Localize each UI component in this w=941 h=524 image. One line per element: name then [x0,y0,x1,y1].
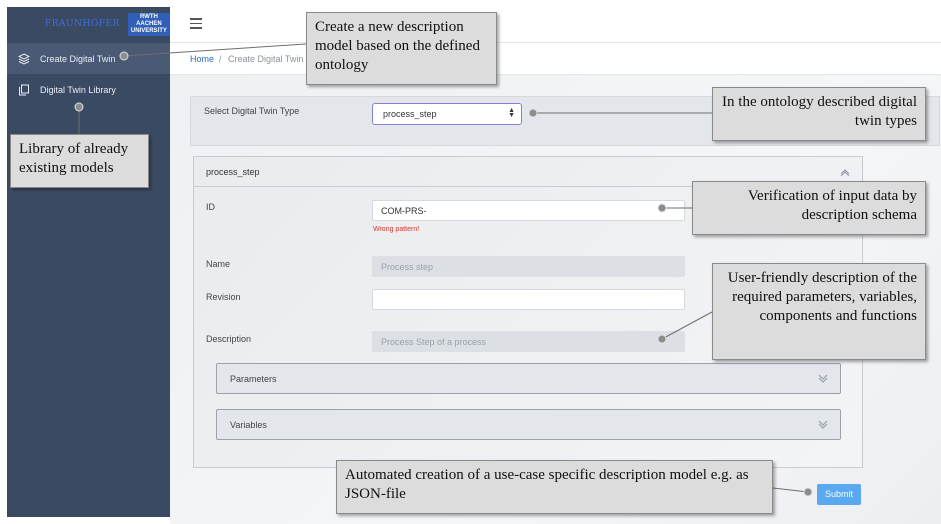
chevron-up-icon[interactable] [840,167,850,177]
breadcrumb-current: Create Digital Twin [228,54,304,64]
menu-icon[interactable] [190,18,202,29]
brand-logo: FRAUNHOFER RWTH AACHEN UNIVERSITY [7,7,170,41]
parameters-label: Parameters [230,374,277,384]
name-label: Name [206,259,231,269]
copy-icon [19,84,29,95]
top-bar [170,7,941,43]
digital-twin-type-select[interactable]: process_step ▲ ▼ [372,103,522,125]
id-input[interactable]: COM-PRS- [372,200,685,221]
selected-type: process_step [383,109,437,119]
sidebar-item-label: Digital Twin Library [40,84,116,95]
revision-label: Revision [206,292,241,302]
callout-ontology: In the ontology described digital twin t… [712,87,926,141]
breadcrumb-separator: / [219,54,222,64]
description-label: Description [206,334,252,344]
name-input: Process step [372,256,685,277]
variables-accordion[interactable]: Variables [216,409,841,440]
submit-button[interactable]: Submit [817,484,861,505]
sidebar-item-label: Create Digital Twin [40,53,116,64]
chevron-down-icon [818,420,828,429]
callout-verification: Verification of input data by descriptio… [692,181,926,235]
callout-automated: Automated creation of a use-case specifi… [336,460,773,514]
sidebar-item-create-digital-twin[interactable]: Create Digital Twin [7,43,170,74]
type-selector-label: Select Digital Twin Type [204,106,300,116]
brand-logo-left: FRAUNHOFER [45,18,120,29]
callout-userfriendly: User-friendly description of the require… [712,263,926,360]
sidebar-item-digital-twin-library[interactable]: Digital Twin Library [7,74,170,105]
callout-library: Library of already existing models [10,134,149,188]
callout-create: Create a new description model based on … [306,12,497,85]
id-error-message: Wrong pattern! [373,226,420,233]
form-title: process_step [206,167,260,177]
chevron-down-icon [818,374,828,383]
description-input: Process Step of a process [372,331,685,352]
sidebar: FRAUNHOFER RWTH AACHEN UNIVERSITY Create… [7,7,170,517]
revision-input[interactable] [372,289,685,310]
select-arrows-icon: ▲ ▼ [508,107,515,119]
parameters-accordion[interactable]: Parameters [216,363,841,394]
variables-label: Variables [230,420,267,430]
layers-icon [18,52,30,65]
id-label: ID [206,202,215,212]
breadcrumb: Home / Create Digital Twin [170,43,941,75]
breadcrumb-home-link[interactable]: Home [190,54,214,64]
brand-logo-right: RWTH AACHEN UNIVERSITY [127,12,170,36]
